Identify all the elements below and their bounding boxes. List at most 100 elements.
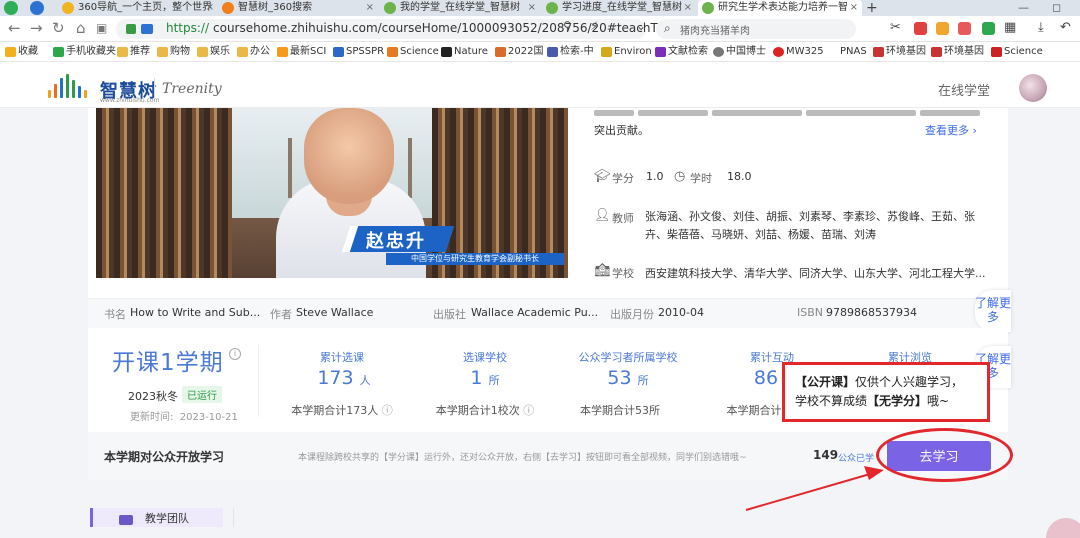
speaker-head <box>304 108 394 204</box>
undo-icon[interactable]: ↶ <box>1060 20 1071 35</box>
bookmark-item[interactable]: Science <box>386 42 439 62</box>
bookmark-item[interactable]: 中国博士 <box>712 42 766 62</box>
stat-value-schools: 1 所 <box>470 367 500 389</box>
info-icon[interactable]: ⓘ <box>382 404 393 417</box>
hours-value: 18.0 <box>727 170 752 183</box>
stat-value-public-schools: 53 所 <box>607 367 649 389</box>
bookmark-favicon-icon <box>547 47 558 57</box>
tab-360-nav[interactable]: 360导航_一个主页，整个世界 × <box>58 0 218 16</box>
teaching-team-tab[interactable]: 教学团队 <box>90 508 223 527</box>
tab-my-classroom[interactable]: 我的学堂_在线学堂_智慧树 × <box>380 0 540 16</box>
bookmark-item[interactable]: 购物 <box>156 42 190 62</box>
back-arrow-icon[interactable]: ← <box>8 18 21 38</box>
browser-logo-icon[interactable] <box>4 1 18 15</box>
search-icon: ⌕ <box>664 21 671 35</box>
chevron-down-icon[interactable]: ⌄ <box>636 19 646 33</box>
bookmark-item[interactable]: SPSSPR <box>332 42 384 62</box>
bookmark-item[interactable]: Nature <box>440 42 488 62</box>
close-icon[interactable]: × <box>684 0 692 16</box>
floating-widget[interactable] <box>1046 518 1080 538</box>
public-learner-count: 149 <box>813 448 839 462</box>
download-icon[interactable]: ⤓ <box>1038 20 1044 35</box>
online-classroom-link[interactable]: 在线学堂 <box>938 80 990 99</box>
description-cutoff <box>594 110 994 120</box>
bookmark-item[interactable]: Environ <box>600 42 652 62</box>
learn-more-tab[interactable]: 了解更多 <box>975 290 1011 332</box>
teacher-label: 教师 <box>612 212 634 225</box>
logo-divider <box>154 78 155 98</box>
bookmark-item[interactable]: 文献检索 <box>654 42 708 62</box>
book-author-label: 作者 <box>270 308 292 321</box>
new-tab-plus-icon[interactable]: + <box>866 0 878 16</box>
folder-icon <box>157 47 168 57</box>
bookmark-item[interactable]: 娱乐 <box>196 42 230 62</box>
speaker-name: 赵忠升 <box>366 231 426 252</box>
folder-icon <box>197 47 208 57</box>
bookmark-favicon-icon <box>387 47 398 57</box>
tab-360-search[interactable]: 智慧树_360搜索 × <box>218 0 378 16</box>
book-title-label: 书名 <box>104 308 126 321</box>
close-icon[interactable]: × <box>528 0 536 16</box>
bookmark-favorites[interactable]: 收藏 <box>4 42 38 62</box>
extension-shield-icon[interactable] <box>936 22 949 35</box>
lightning-icon[interactable]: ⚡ <box>590 19 598 33</box>
window-minimize-icon[interactable]: — <box>1018 0 1029 16</box>
extension-red-icon[interactable] <box>914 22 927 35</box>
more-dots-icon[interactable]: ··· <box>610 19 621 33</box>
bookmark-item[interactable]: 办公 <box>236 42 270 62</box>
logo-bars-icon[interactable] <box>48 74 94 98</box>
bookmark-item[interactable]: 手机收藏夹 <box>52 42 116 62</box>
url-scheme: https:// <box>166 21 210 35</box>
bookmark-item[interactable]: 检索-中 <box>546 42 594 62</box>
apps-grid-icon[interactable]: ▦ <box>1004 20 1016 35</box>
bookmark-favicon-icon <box>827 47 838 57</box>
credit-value: 1.0 <box>646 170 664 183</box>
annotation-callout: 【公开课】仅供个人兴趣学习， 学校不算成绩【无学分】哦~ <box>782 362 990 422</box>
bookmark-item[interactable]: Science <box>990 42 1043 62</box>
star-icon <box>5 47 16 57</box>
bookmark-favicon-icon <box>991 47 1002 57</box>
avatar[interactable] <box>1019 74 1047 102</box>
tab-learning-progress[interactable]: 学习进度_在线学堂_智慧树 × <box>542 0 696 16</box>
bookmark-item[interactable]: 2022国 <box>494 42 543 62</box>
folder-icon <box>237 47 248 57</box>
annotation-circle <box>876 428 1013 482</box>
bookmark-item[interactable]: 环境基因 <box>872 42 926 62</box>
bookmark-item[interactable]: 最新SCI <box>276 42 326 62</box>
course-description: 突出贡献。 <box>594 124 649 137</box>
tab-favicon-icon <box>62 2 74 14</box>
bookmark-item[interactable]: 环境基因 <box>930 42 984 62</box>
tab-course-active[interactable]: 研究生学术表达能力培养一智 × <box>698 0 862 16</box>
book-isbn-label: ISBN <box>797 306 824 319</box>
bookmark-item[interactable]: PNAS <box>826 42 867 62</box>
close-icon[interactable]: × <box>850 0 858 16</box>
info-icon[interactable]: ⓘ <box>523 404 534 417</box>
scissors-icon[interactable]: ✂ <box>890 20 901 35</box>
briefcase-icon[interactable]: ▣ <box>96 18 107 38</box>
reload-icon[interactable]: ↻ <box>52 18 65 38</box>
info-icon[interactable]: i <box>229 348 241 360</box>
course-video[interactable]: 赵忠升 中国学位与研究生教育学会副秘书长 <box>96 108 568 278</box>
bookmark-favicon-icon <box>655 47 666 57</box>
speaker-title: 中国学位与研究生教育学会副秘书长 <box>386 253 564 265</box>
stat-foot-schools: 本学期合计1校次 ⓘ <box>435 404 535 417</box>
extension-green-icon[interactable] <box>982 22 995 35</box>
browser-tab-bar: 360导航_一个主页，整个世界 × 智慧树_360搜索 × 我的学堂_在线学堂_智慧… <box>0 0 1080 16</box>
bookmark-item[interactable]: 推荐 <box>116 42 150 62</box>
window-restore-icon[interactable]: ◻ <box>1052 0 1061 16</box>
term-count: 开课1学期 <box>112 350 224 376</box>
forward-arrow-icon[interactable]: → <box>30 18 43 38</box>
close-icon[interactable]: × <box>206 0 214 16</box>
school-icon: 🏫︎ <box>594 263 611 278</box>
shield-check-icon[interactable] <box>30 1 44 15</box>
game-controller-icon[interactable] <box>958 22 971 35</box>
bookmark-item[interactable]: MW325 <box>772 42 824 62</box>
search-box[interactable]: ⌕ 猪肉充当猪羊肉 <box>656 19 856 39</box>
stat-value-enrolled: 173 人 <box>317 367 371 389</box>
see-more-link[interactable]: 查看更多 › <box>925 122 977 138</box>
search-input[interactable]: 猪肉充当猪羊肉 <box>680 22 750 37</box>
close-icon[interactable]: × <box>366 0 374 16</box>
zoom-icon[interactable]: ⚲ <box>563 19 572 33</box>
graduation-cap-icon: 🎓︎ <box>594 169 611 184</box>
home-icon[interactable]: ⌂ <box>76 18 86 38</box>
